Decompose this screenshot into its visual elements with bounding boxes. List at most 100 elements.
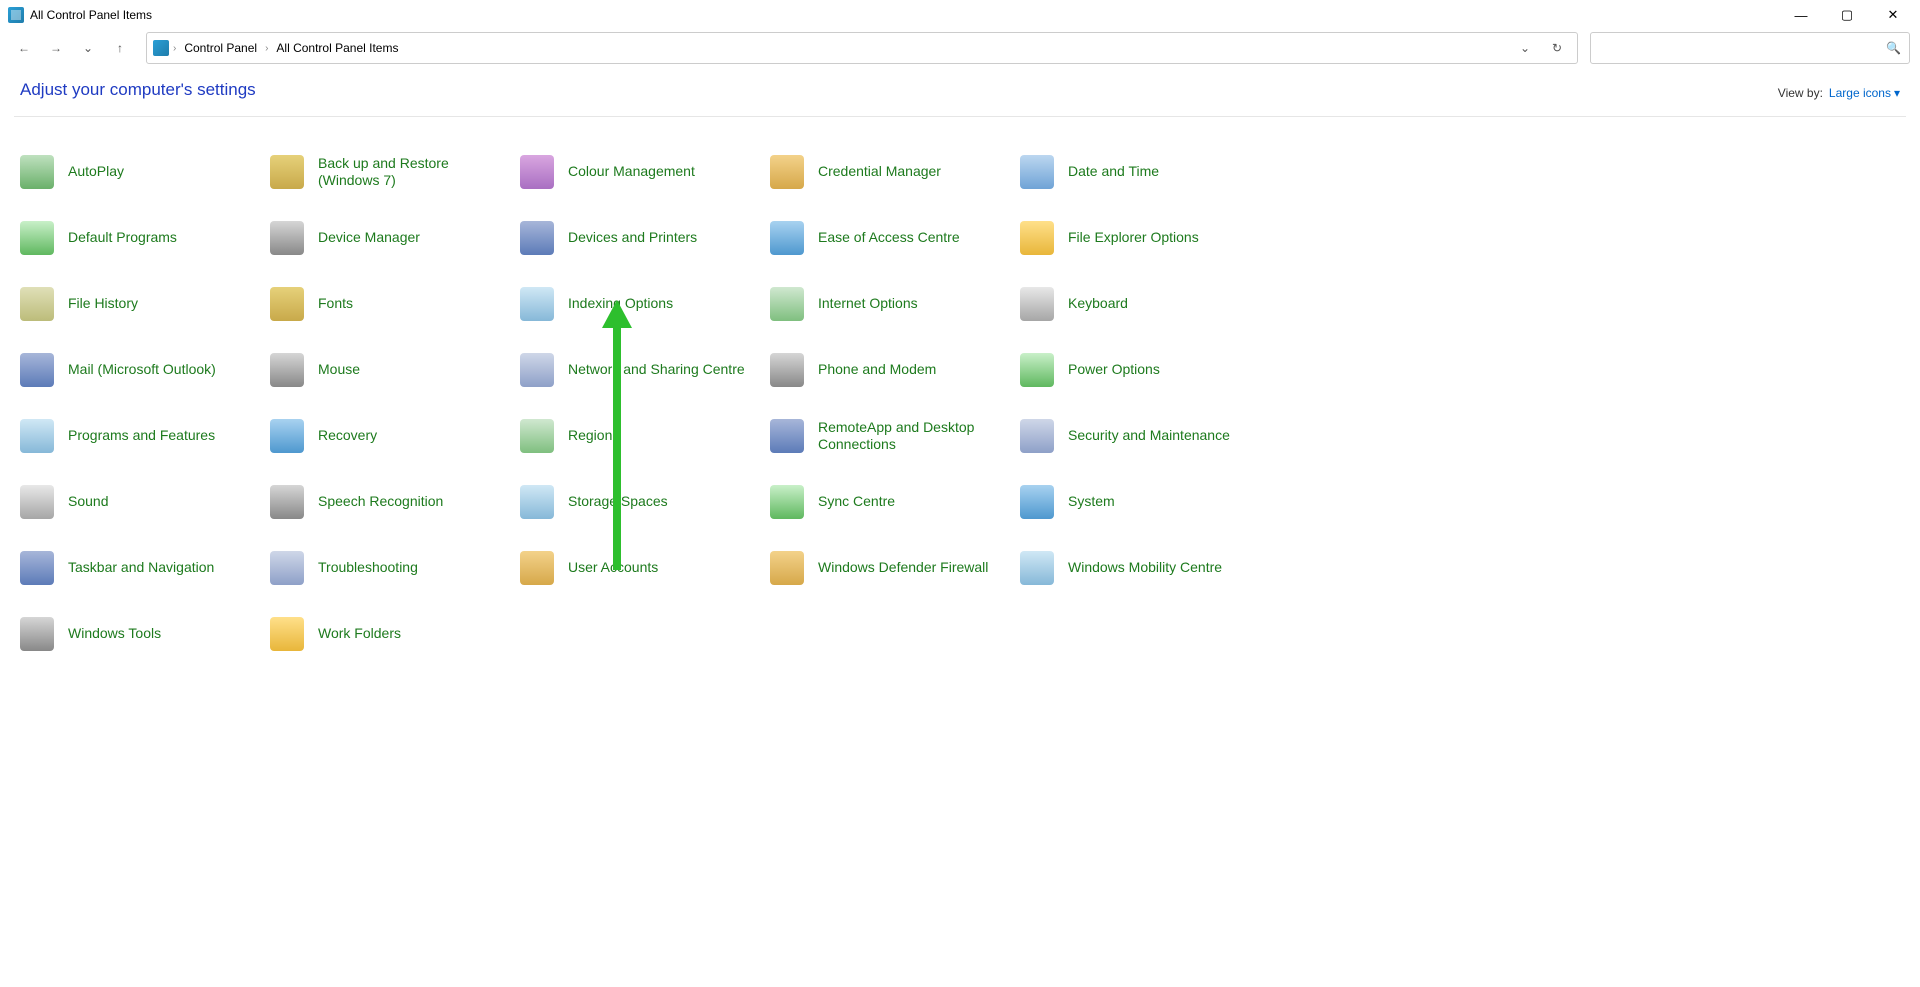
item-label: Device Manager [318,229,420,247]
cp-item-device-manager[interactable]: Device Manager [270,213,520,263]
item-icon [270,155,304,189]
cp-item-security-and-maintenance[interactable]: Security and Maintenance [1020,411,1270,461]
item-label: Troubleshooting [318,559,418,577]
cp-item-speech-recognition[interactable]: Speech Recognition [270,477,520,527]
cp-item-recovery[interactable]: Recovery [270,411,520,461]
item-label: AutoPlay [68,163,124,181]
item-label: Storage Spaces [568,493,668,511]
cp-item-file-explorer-options[interactable]: File Explorer Options [1020,213,1270,263]
item-label: Colour Management [568,163,695,181]
item-icon [20,353,54,387]
item-icon [520,419,554,453]
cp-item-credential-manager[interactable]: Credential Manager [770,147,1020,197]
control-panel-icon [153,40,169,56]
history-dropdown-button[interactable]: ⌄ [1511,34,1539,62]
chevron-right-icon: › [265,43,268,54]
breadcrumb-root[interactable]: Control Panel [180,39,261,57]
item-label: Phone and Modem [818,361,936,379]
item-label: Work Folders [318,625,401,643]
cp-item-troubleshooting[interactable]: Troubleshooting [270,543,520,593]
cp-item-default-programs[interactable]: Default Programs [20,213,270,263]
cp-item-network-and-sharing-centre[interactable]: Network and Sharing Centre [520,345,770,395]
address-bar[interactable]: › Control Panel › All Control Panel Item… [146,32,1578,64]
cp-item-storage-spaces[interactable]: Storage Spaces [520,477,770,527]
refresh-button[interactable]: ↻ [1543,34,1571,62]
item-icon [20,287,54,321]
item-label: Sound [68,493,108,511]
item-label: Taskbar and Navigation [68,559,214,577]
cp-item-sound[interactable]: Sound [20,477,270,527]
cp-item-mouse[interactable]: Mouse [270,345,520,395]
search-input[interactable] [1599,41,1886,55]
cp-item-windows-defender-firewall[interactable]: Windows Defender Firewall [770,543,1020,593]
breadcrumb-current[interactable]: All Control Panel Items [272,39,402,57]
cp-item-taskbar-and-navigation[interactable]: Taskbar and Navigation [20,543,270,593]
back-button[interactable]: ← [10,34,38,62]
item-icon [1020,353,1054,387]
item-label: Devices and Printers [568,229,697,247]
up-button[interactable]: ↑ [106,34,134,62]
item-icon [1020,485,1054,519]
item-label: System [1068,493,1115,511]
cp-item-programs-and-features[interactable]: Programs and Features [20,411,270,461]
search-box[interactable]: 🔍 [1590,32,1910,64]
cp-item-autoplay[interactable]: AutoPlay [20,147,270,197]
item-icon [270,353,304,387]
cp-item-keyboard[interactable]: Keyboard [1020,279,1270,329]
item-label: Recovery [318,427,377,445]
cp-item-indexing-options[interactable]: Indexing Options [520,279,770,329]
item-icon [520,551,554,585]
cp-item-internet-options[interactable]: Internet Options [770,279,1020,329]
item-label: Windows Tools [68,625,161,643]
page-title: Adjust your computer's settings [20,80,256,100]
cp-item-phone-and-modem[interactable]: Phone and Modem [770,345,1020,395]
cp-item-system[interactable]: System [1020,477,1270,527]
cp-item-windows-tools[interactable]: Windows Tools [20,609,270,659]
cp-item-colour-management[interactable]: Colour Management [520,147,770,197]
item-icon [770,221,804,255]
item-icon [770,155,804,189]
item-icon [20,485,54,519]
item-label: Power Options [1068,361,1160,379]
items-grid: AutoPlay Back up and Restore (Windows 7) C… [20,147,1900,659]
item-label: Network and Sharing Centre [568,361,745,379]
item-icon [20,617,54,651]
cp-item-windows-mobility-centre[interactable]: Windows Mobility Centre [1020,543,1270,593]
cp-item-fonts[interactable]: Fonts [270,279,520,329]
item-label: Windows Defender Firewall [818,559,988,577]
item-icon [520,485,554,519]
maximize-button[interactable]: ▢ [1824,0,1870,30]
item-label: User Accounts [568,559,658,577]
item-icon [770,287,804,321]
view-by-dropdown[interactable]: Large icons ▾ [1829,86,1900,100]
cp-item-power-options[interactable]: Power Options [1020,345,1270,395]
cp-item-ease-of-access-centre[interactable]: Ease of Access Centre [770,213,1020,263]
cp-item-date-and-time[interactable]: Date and Time [1020,147,1270,197]
item-label: File Explorer Options [1068,229,1199,247]
cp-item-mail-microsoft-outlook[interactable]: Mail (Microsoft Outlook) [20,345,270,395]
toolbar: ← → ⌄ ↑ › Control Panel › All Control Pa… [0,30,1920,66]
cp-item-remoteapp-and-desktop-connections[interactable]: RemoteApp and Desktop Connections [770,411,1020,461]
item-icon [20,551,54,585]
recent-locations-button[interactable]: ⌄ [74,34,102,62]
minimize-button[interactable]: — [1778,0,1824,30]
item-icon [20,419,54,453]
cp-item-devices-and-printers[interactable]: Devices and Printers [520,213,770,263]
control-panel-icon [8,7,24,23]
item-icon [270,617,304,651]
cp-item-work-folders[interactable]: Work Folders [270,609,520,659]
item-icon [1020,221,1054,255]
cp-item-sync-centre[interactable]: Sync Centre [770,477,1020,527]
item-label: Back up and Restore (Windows 7) [318,155,510,190]
window-title: All Control Panel Items [30,8,152,22]
search-icon: 🔍 [1886,41,1901,55]
cp-item-back-up-and-restore-windows-7[interactable]: Back up and Restore (Windows 7) [270,147,520,197]
cp-item-file-history[interactable]: File History [20,279,270,329]
close-button[interactable]: ✕ [1870,0,1916,30]
item-label: Fonts [318,295,353,313]
forward-button[interactable]: → [42,34,70,62]
cp-item-region[interactable]: Region [520,411,770,461]
chevron-down-icon: ▾ [1894,86,1900,100]
cp-item-user-accounts[interactable]: User Accounts [520,543,770,593]
item-label: Windows Mobility Centre [1068,559,1222,577]
